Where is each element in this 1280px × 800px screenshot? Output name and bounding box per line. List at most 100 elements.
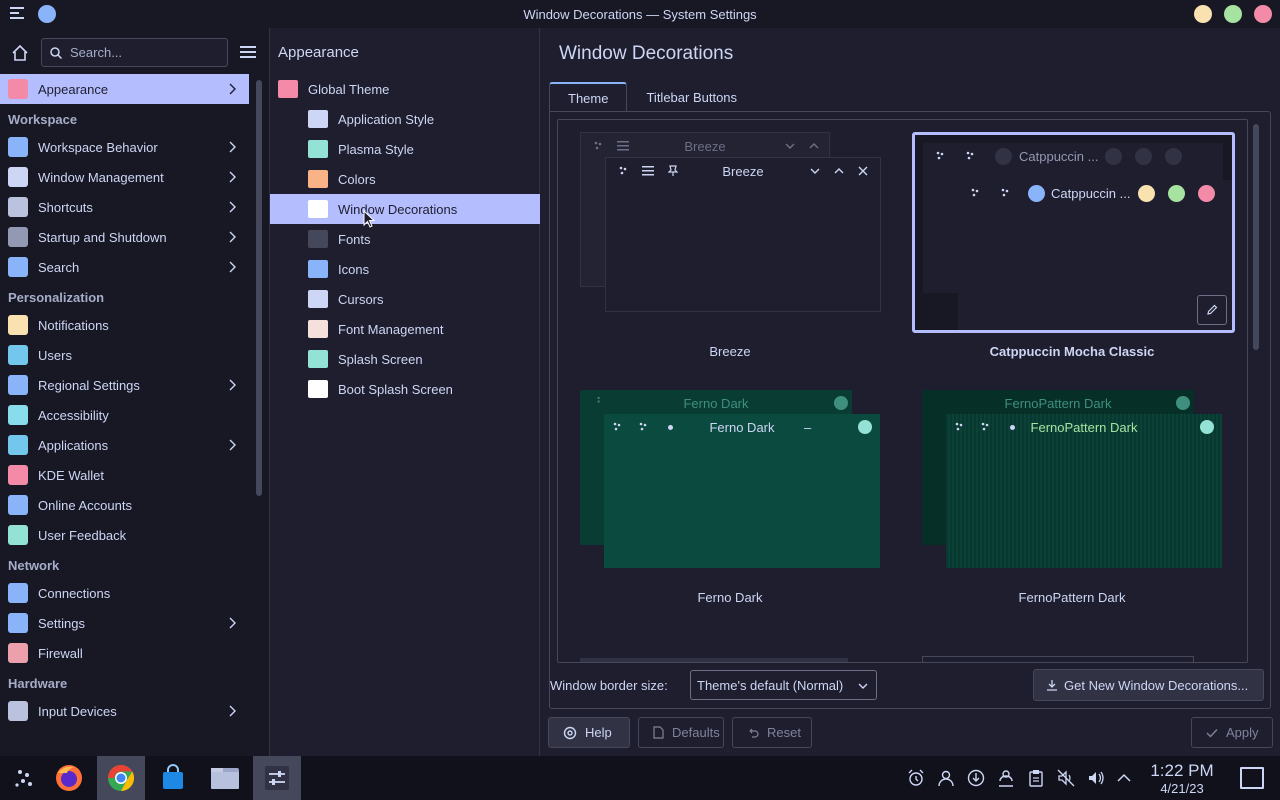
sidebar-item-shortcuts[interactable]: Shortcuts xyxy=(0,192,249,222)
preview-front-title: FernoPattern Dark xyxy=(1030,419,1138,435)
user-icon[interactable] xyxy=(937,769,955,787)
sidebar-item-label: Shortcuts xyxy=(38,199,93,215)
sidebar-item-applications[interactable]: Applications xyxy=(0,430,249,460)
sidebar-item-label: User Feedback xyxy=(38,527,127,543)
border-size-select[interactable]: Theme's default (Normal) xyxy=(690,670,877,700)
hamburger-menu-icon[interactable] xyxy=(240,46,256,58)
show-desktop-icon[interactable] xyxy=(1240,767,1264,789)
sidebar-item-notifications[interactable]: Notifications xyxy=(0,310,249,340)
preview-back-title: FernoPattern Dark xyxy=(1004,395,1112,411)
defaults-button[interactable]: Defaults xyxy=(638,717,724,748)
sidebar-item-search[interactable]: Search xyxy=(0,252,249,282)
system-settings-icon[interactable] xyxy=(253,756,301,800)
keyboard-icon xyxy=(8,197,28,217)
decoration-card-partial[interactable] xyxy=(580,658,848,662)
expand-tray-icon[interactable] xyxy=(1115,769,1133,787)
sidebar-item-regional-settings[interactable]: Regional Settings xyxy=(0,370,249,400)
people-icon[interactable] xyxy=(997,769,1015,787)
configure-decoration-button[interactable] xyxy=(1197,295,1227,325)
subcategory-item-global-theme[interactable]: Global Theme xyxy=(270,74,540,104)
tab-theme[interactable]: Theme xyxy=(549,82,628,112)
subcategory-item-plasma-style[interactable]: Plasma Style xyxy=(270,134,540,164)
sidebar-item-appearance[interactable]: Appearance xyxy=(0,74,249,104)
subcategory-item-splash-screen[interactable]: Splash Screen xyxy=(270,344,540,374)
global-theme-icon xyxy=(278,80,298,98)
maximize-button[interactable] xyxy=(1224,5,1242,23)
sidebar-item-label: Search xyxy=(38,259,80,275)
alarm-icon[interactable] xyxy=(907,769,925,787)
pencil-icon xyxy=(1207,304,1218,315)
content-panel: Window Decorations Theme Titlebar Button… xyxy=(540,28,1280,756)
decoration-card-catppuccin-mocha-classic[interactable]: Catppuccin ... Catppuccin ... Catppuccin… xyxy=(912,132,1235,372)
clipboard-icon[interactable] xyxy=(1027,769,1045,787)
sidebar-item-user-feedback[interactable]: User Feedback xyxy=(0,520,249,550)
decoration-name: FernoPattern Dark xyxy=(1018,590,1126,605)
subcategory-item-fonts[interactable]: Fonts xyxy=(270,224,540,254)
decoration-name: Breeze xyxy=(709,344,751,359)
sidebar-item-connections[interactable]: Connections xyxy=(0,578,249,608)
chevron-right-icon xyxy=(229,439,236,451)
window-management-icon xyxy=(8,167,28,187)
apply-button[interactable]: Apply xyxy=(1191,717,1273,748)
subcategory-item-font-management[interactable]: Font Management xyxy=(270,314,540,344)
chevron-right-icon xyxy=(229,141,236,153)
volume-icon[interactable] xyxy=(1087,769,1105,787)
chevron-down-icon xyxy=(858,683,868,689)
sidebar-item-input-devices[interactable]: Input Devices xyxy=(0,696,249,726)
decoration-preview: Breeze Breeze xyxy=(570,132,890,332)
sidebar-item-label: Startup and Shutdown xyxy=(38,229,167,245)
update-icon[interactable] xyxy=(967,769,985,787)
close-button[interactable] xyxy=(1254,5,1272,23)
accessibility-icon xyxy=(8,405,28,425)
get-new-decorations-button[interactable]: Get New Window Decorations... xyxy=(1033,669,1264,701)
tab-titlebar-buttons[interactable]: Titlebar Buttons xyxy=(627,82,756,112)
mute-icon[interactable] xyxy=(1057,769,1075,787)
search-field[interactable] xyxy=(41,38,228,67)
subcategory-item-icons[interactable]: Icons xyxy=(270,254,540,284)
search-input[interactable] xyxy=(70,45,220,60)
decoration-card-breeze[interactable]: Breeze Breeze Breeze xyxy=(570,132,890,372)
sidebar-item-settings[interactable]: Settings xyxy=(0,608,249,638)
users-icon xyxy=(8,345,28,365)
sidebar-item-online-accounts[interactable]: Online Accounts xyxy=(0,490,249,520)
subcategory-label: Font Management xyxy=(338,321,444,337)
help-button[interactable]: Help xyxy=(548,717,630,748)
reset-button[interactable]: Reset xyxy=(732,717,812,748)
subcategory-item-colors[interactable]: Colors xyxy=(270,164,540,194)
files-icon[interactable] xyxy=(201,756,249,800)
sidebar-item-workspace-behavior[interactable]: Workspace Behavior xyxy=(0,132,249,162)
minimize-button[interactable] xyxy=(1194,5,1212,23)
window-menu-icon[interactable] xyxy=(10,7,24,19)
decoration-card-fernopattern-dark[interactable]: FernoPattern Dark FernoPattern Dark Fern… xyxy=(912,390,1232,630)
subcategory-item-cursors[interactable]: Cursors xyxy=(270,284,540,314)
sidebar-item-users[interactable]: Users xyxy=(0,340,249,370)
boot-splash-icon xyxy=(308,380,328,398)
sidebar-item-kde-wallet[interactable]: KDE Wallet xyxy=(0,460,249,490)
preview-back-title: Catppuccin ... xyxy=(1019,148,1099,164)
sidebar-scrollbar[interactable] xyxy=(256,80,262,496)
subcategory-item-boot-splash-screen[interactable]: Boot Splash Screen xyxy=(270,374,540,404)
chevron-right-icon xyxy=(229,83,236,95)
decoration-card-partial[interactable] xyxy=(922,656,1194,662)
colors-icon xyxy=(308,170,328,188)
sidebar-item-label: Settings xyxy=(38,615,85,631)
sidebar-section-header: Personalization xyxy=(8,290,105,305)
decoration-card-ferno-dark[interactable]: ⠘ Ferno Dark Ferno Dark – Ferno Dark xyxy=(570,390,890,630)
sidebar-item-accessibility[interactable]: Accessibility xyxy=(0,400,249,430)
subcategory-item-application-style[interactable]: Application Style xyxy=(270,104,540,134)
sidebar-item-firewall[interactable]: Firewall xyxy=(0,638,249,668)
keep-above-icon[interactable] xyxy=(38,5,56,23)
sidebar-item-label: Workspace Behavior xyxy=(38,139,158,155)
firefox-icon[interactable] xyxy=(45,756,93,800)
clock[interactable]: 1:22 PM 4/21/23 xyxy=(1145,761,1219,796)
sidebar-item-window-management[interactable]: Window Management xyxy=(0,162,249,192)
sidebar-item-label: Online Accounts xyxy=(38,497,132,513)
store-icon[interactable] xyxy=(149,756,197,800)
chrome-icon[interactable] xyxy=(97,756,145,800)
decoration-name: Ferno Dark xyxy=(697,590,763,605)
home-icon[interactable] xyxy=(11,44,29,62)
sidebar-item-startup-and-shutdown[interactable]: Startup and Shutdown xyxy=(0,222,249,252)
grid-scrollbar[interactable] xyxy=(1253,124,1259,350)
subcategory-item-window-decorations[interactable]: Window Decorations xyxy=(270,194,540,224)
launcher-icon[interactable] xyxy=(0,756,48,800)
